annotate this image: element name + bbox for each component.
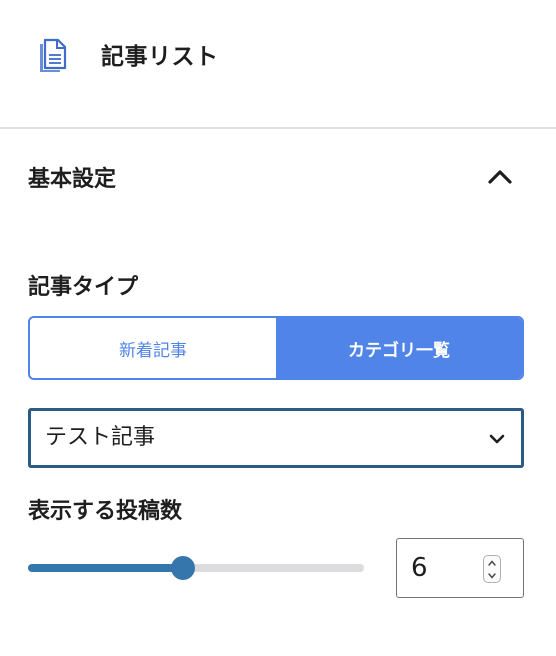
segment-category-list[interactable]: カテゴリ一覧 — [276, 318, 522, 378]
block-title: 記事リスト — [101, 44, 219, 70]
article-type-toggle: 新着記事 カテゴリ一覧 — [28, 316, 524, 380]
slider-fill — [28, 564, 183, 572]
block-header: 記事リスト — [0, 0, 556, 129]
post-count-slider[interactable] — [28, 556, 364, 580]
section-title: 基本設定 — [28, 167, 117, 192]
post-count-value: 6 — [411, 553, 428, 583]
number-spinner — [483, 555, 501, 583]
chevron-up-icon[interactable] — [482, 160, 518, 196]
block-settings-panel: 記事リスト 基本設定 記事タイプ 新着記事 カテゴリ一覧 テスト記事 表示する投… — [0, 0, 556, 656]
article-type-label: 記事タイプ — [28, 275, 139, 300]
category-select[interactable]: テスト記事 — [28, 408, 524, 468]
segment-new-articles[interactable]: 新着記事 — [30, 318, 276, 378]
slider-thumb[interactable] — [170, 556, 195, 580]
document-icon — [40, 38, 67, 72]
post-count-label: 表示する投稿数 — [28, 499, 183, 524]
spin-down-icon[interactable] — [484, 569, 500, 582]
post-count-input[interactable]: 6 — [396, 538, 524, 598]
spin-up-icon[interactable] — [484, 556, 500, 569]
category-select-value: テスト記事 — [45, 425, 156, 450]
chevron-down-icon — [489, 434, 505, 444]
